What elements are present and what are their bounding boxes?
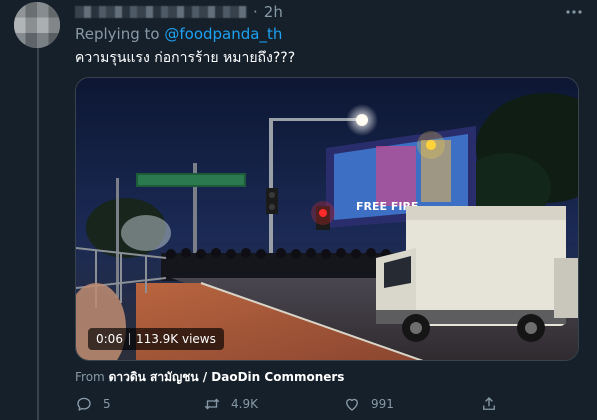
video-frame: FREE FIRE: [76, 78, 578, 360]
reply-icon: [77, 397, 91, 411]
thread-line: [37, 46, 39, 420]
timestamp[interactable]: 2h: [264, 3, 283, 21]
share-button[interactable]: [480, 395, 498, 413]
reply-count: 5: [103, 397, 111, 411]
author-name-redacted[interactable]: [75, 6, 247, 18]
tweet-actions: 5 4.9K 991: [75, 395, 505, 415]
overlay-separator: [128, 333, 130, 345]
like-count: 991: [371, 397, 394, 411]
tweet-header: · 2h: [75, 3, 283, 21]
reply-button[interactable]: 5: [75, 395, 111, 413]
source-account-link[interactable]: ดาวดิน สามัญชน / DaoDin Commoners: [109, 370, 345, 384]
video-info-overlay: 0:06 113.9K views: [88, 328, 224, 350]
like-button[interactable]: 991: [343, 395, 394, 413]
video-duration: 0:06: [96, 332, 123, 346]
share-icon: [483, 397, 495, 410]
replying-handle-link[interactable]: @foodpanda_th: [164, 25, 282, 43]
more-icon[interactable]: [565, 6, 583, 18]
avatar-image: [14, 2, 60, 48]
replying-to: Replying to @foodpanda_th: [75, 25, 282, 43]
video-player[interactable]: FREE FIRE 0:06 113.9K views: [75, 77, 579, 361]
video-views: 113.9K views: [135, 332, 216, 346]
retweet-icon: [204, 398, 220, 410]
avatar[interactable]: [14, 2, 60, 48]
tweet-text: ความรุนแรง ก่อการร้าย หมายถึง???: [75, 50, 296, 66]
like-icon: [346, 398, 358, 411]
retweet-button[interactable]: 4.9K: [203, 395, 258, 413]
from-prefix: From: [75, 370, 105, 384]
replying-prefix: Replying to: [75, 25, 160, 43]
video-source-attribution: From ดาวดิน สามัญชน / DaoDin Commoners: [75, 368, 344, 387]
separator-dot: ·: [253, 3, 258, 21]
retweet-count: 4.9K: [231, 397, 258, 411]
